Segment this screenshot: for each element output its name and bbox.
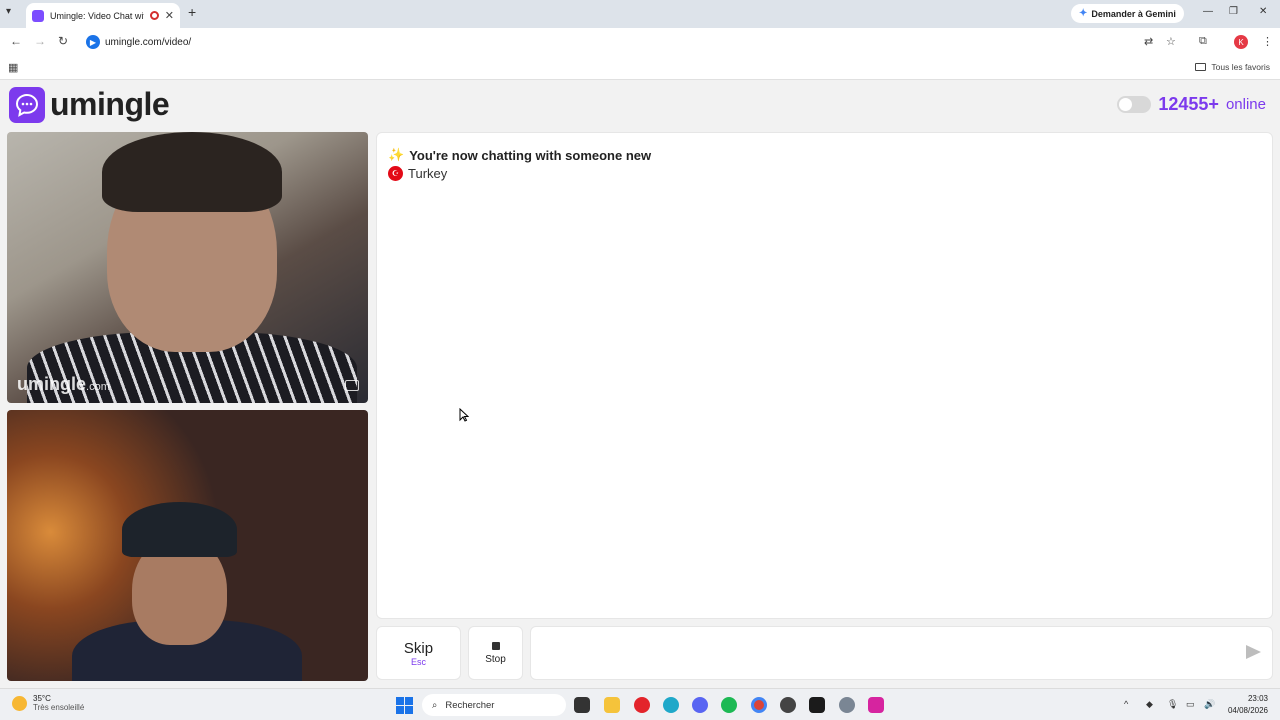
opera-icon[interactable] — [634, 697, 650, 713]
skip-label: Skip — [403, 639, 434, 657]
sun-icon — [12, 695, 27, 711]
edge-icon[interactable] — [663, 697, 679, 713]
report-flag-icon[interactable] — [345, 380, 359, 391]
bookmarks-bar: ▦ Tous les favoris — [0, 56, 1280, 80]
browser-toolbar: ← → ↻ ▶ umingle.com/video/ ⇄ ☆ ⧉ K ⋮ — [0, 28, 1280, 56]
site-logo[interactable]: umingle — [9, 86, 170, 123]
video-watermark: umingle.com — [17, 374, 110, 395]
send-icon[interactable] — [1246, 645, 1261, 659]
close-tab-icon[interactable]: ✕ — [165, 9, 174, 22]
tray-app-icon[interactable]: ◆ — [1146, 699, 1153, 710]
settings-icon[interactable] — [839, 697, 855, 713]
restore-icon[interactable]: ❐ — [1229, 6, 1238, 17]
online-label: online — [1225, 96, 1266, 113]
chat-bubble-logo-icon — [9, 86, 45, 123]
site-info-icon[interactable]: ▶ — [86, 35, 100, 49]
obs-icon[interactable] — [780, 697, 796, 713]
system-message-text: You're now chatting with someone new — [409, 147, 652, 163]
taskbar-search[interactable]: ⌕ Rechercher — [422, 694, 566, 716]
clock-time: 23:03 — [1247, 694, 1268, 703]
forward-icon[interactable]: → — [34, 34, 46, 48]
remote-person-hair — [102, 132, 282, 212]
online-status: 12455+ online — [1117, 94, 1266, 115]
tab-list-icon[interactable]: ▾ — [6, 6, 11, 17]
taskbar-clock[interactable]: 23:03 04/08/2026 — [1228, 693, 1268, 717]
volume-icon[interactable]: 🔊 — [1204, 699, 1215, 710]
search-icon: ⌕ — [432, 699, 438, 711]
watermark-text: umingle — [17, 374, 87, 394]
taskbar-search-label: Rechercher — [445, 699, 495, 711]
umingle-favicon-icon — [32, 9, 44, 22]
stop-icon — [491, 641, 500, 650]
remote-video: umingle.com — [7, 132, 368, 403]
all-bookmarks-label: Tous les favoris — [1211, 62, 1270, 72]
minimize-icon[interactable]: — — [1203, 6, 1213, 17]
spotify-icon[interactable] — [721, 697, 737, 713]
address-bar[interactable]: ▶ umingle.com/video/ — [80, 31, 1185, 53]
browser-tabstrip: ▾ Umingle: Video Chat with S ✕ + ✦ Deman… — [0, 0, 1280, 28]
microphone-icon[interactable]: 🎙 — [1167, 699, 1178, 710]
stop-label: Stop — [485, 653, 506, 665]
sparkles-icon: ✨ — [388, 147, 405, 162]
file-explorer-icon[interactable] — [604, 697, 620, 713]
weather-description: Très ensoleillé — [33, 703, 85, 712]
gemini-sparkle-icon: ✦ — [1079, 8, 1088, 19]
folder-icon — [1195, 63, 1207, 71]
weather-widget[interactable]: 35°C Très ensoleillé — [12, 694, 84, 712]
network-icon[interactable]: ▭ — [1186, 699, 1195, 710]
os-taskbar: 35°C Très ensoleillé ⌕ Rechercher ^ ◆ 🎙 … — [0, 688, 1280, 720]
gemini-label: Demander à Gemini — [1091, 8, 1176, 19]
gemini-button[interactable]: ✦ Demander à Gemini — [1071, 4, 1184, 23]
windows-start-icon[interactable] — [396, 697, 413, 714]
tab-title: Umingle: Video Chat with S — [50, 10, 144, 21]
message-input[interactable] — [530, 626, 1273, 680]
online-count: 12455+ — [1158, 94, 1219, 114]
translate-icon[interactable]: ⇄ — [1144, 35, 1153, 48]
task-view-icon[interactable] — [574, 697, 590, 713]
system-message: ✨ You're now chatting with someone new — [388, 147, 651, 163]
country-name: Turkey — [408, 166, 448, 181]
profile-avatar[interactable]: K — [1234, 35, 1248, 49]
discord-icon[interactable] — [692, 697, 708, 713]
clock-date: 04/08/2026 — [1227, 706, 1268, 715]
recording-icon — [149, 11, 159, 20]
stop-button[interactable]: Stop — [468, 626, 523, 680]
page: umingle 12455+ online umingle.com ✨ You'… — [0, 80, 1280, 688]
extensions-icon[interactable]: ⧉ — [1199, 35, 1207, 48]
close-window-icon[interactable]: ✕ — [1259, 6, 1267, 17]
apps-grid-icon[interactable]: ▦ — [8, 61, 18, 74]
skip-button[interactable]: Skip Esc — [376, 626, 461, 680]
tray-overflow-icon[interactable]: ^ — [1124, 699, 1128, 709]
browser-tab-umingle[interactable]: Umingle: Video Chat with S ✕ — [26, 3, 180, 28]
chrome-icon[interactable] — [751, 697, 767, 713]
turkey-flag-icon: ☪ — [388, 166, 403, 181]
reload-icon[interactable]: ↻ — [58, 34, 68, 48]
instagram-icon[interactable] — [868, 697, 884, 713]
all-bookmarks-button[interactable]: Tous les favoris — [1195, 62, 1270, 72]
chat-panel: ✨ You're now chatting with someone new ☪… — [376, 132, 1273, 619]
bookmark-star-icon[interactable]: ☆ — [1166, 35, 1176, 48]
back-icon[interactable]: ← — [10, 34, 22, 48]
weather-temperature: 35°C — [33, 694, 51, 703]
local-video — [7, 410, 368, 681]
skip-shortcut-hint: Esc — [410, 656, 426, 667]
logo-text: umingle — [50, 86, 170, 122]
menu-icon[interactable]: ⋮ — [1262, 35, 1273, 48]
partner-country: ☪ Turkey — [388, 166, 447, 181]
url-text: umingle.com/video/ — [105, 36, 192, 48]
new-tab-button[interactable]: + — [188, 4, 196, 20]
watermark-suffix: .com — [86, 381, 110, 393]
online-toggle[interactable] — [1117, 96, 1152, 113]
local-person-cap — [122, 502, 237, 557]
terminal-icon[interactable] — [809, 697, 825, 713]
